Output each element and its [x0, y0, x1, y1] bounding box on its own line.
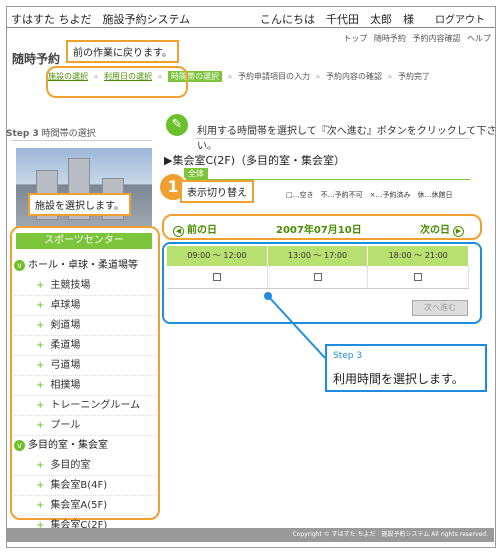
step-label: Step 3	[6, 129, 39, 139]
callout-step3: Step 3 利用時間を選択します。	[325, 344, 487, 392]
callout-step3-text: 利用時間を選択します。	[333, 372, 464, 386]
copyright-text: Copyright © すはすた ちよだ 施設予約システム All rights…	[292, 531, 488, 538]
top-bar: すはすた ちよだ 施設予約システム こんにちは 千代田 太郎 様 ログアウト	[7, 7, 495, 28]
next-day-link[interactable]: 次の日 ▶	[420, 221, 467, 237]
system-title: すはすた ちよだ 施設予約システム	[11, 13, 191, 26]
toplink-reserve[interactable]: 随時予約	[374, 34, 406, 43]
callout-back: 前の作業に戻ります。	[66, 40, 179, 63]
breadcrumb-highlight	[46, 66, 188, 98]
sidebar-item[interactable]: + 弓道場	[14, 356, 156, 376]
step-heading: Step 3 時間帯の選択	[6, 126, 96, 139]
plus-icon: +	[36, 360, 45, 371]
divider	[196, 138, 470, 139]
plus-icon: +	[36, 500, 45, 511]
step-title: 時間帯の選択	[41, 129, 96, 139]
chevron-down-icon: v	[14, 439, 25, 451]
sidebar-item[interactable]: + 柔道場	[14, 336, 156, 356]
plus-icon: +	[36, 400, 45, 411]
divider	[12, 140, 152, 141]
page-section-title: 随時予約	[12, 52, 61, 66]
availability-legend: □…空き 不…予約不可 ×…予約済み 休…休館日	[286, 191, 453, 199]
sidebar-item[interactable]: + 相撲場	[14, 376, 156, 396]
callout-toggle-display: 表示切り替え	[180, 180, 254, 203]
arrow-left-icon: ◀	[173, 226, 184, 237]
plus-icon: +	[36, 300, 45, 311]
tab-all[interactable]: 全体	[184, 168, 208, 179]
breadcrumb-separator: »	[387, 72, 393, 81]
facility-photo	[16, 148, 152, 228]
instruction-text: 利用する時間帯を選択して『次へ進む』ボタンをクリックして下さい。	[197, 126, 497, 152]
sidebar-item[interactable]: + トレーニングルーム	[14, 396, 156, 416]
sidebar-item[interactable]: + 剣道場	[14, 316, 156, 336]
sidebar: v ホール・卓球・柔道場等 + 主競技場 + 卓球場 + 剣道場 + 柔道場 + 弓道場 +…	[14, 256, 156, 536]
sidebar-item[interactable]: + 主競技場	[14, 276, 156, 296]
plus-icon: +	[36, 280, 45, 291]
current-date: 2007年07月10日	[276, 225, 362, 236]
sidebar-category-rooms[interactable]: v 多目的室・集会室	[14, 436, 156, 456]
chevron-down-icon: v	[14, 259, 25, 271]
prev-day-link[interactable]: ◀ 前の日	[170, 221, 217, 237]
callout-step3-label: Step 3	[333, 351, 363, 361]
plus-icon: +	[36, 380, 45, 391]
breadcrumb-separator: »	[315, 72, 321, 81]
top-links: トップ 随時予約 予約内容確認 ヘルプ	[339, 33, 491, 44]
footer: Copyright © すはすた ちよだ 施設予約システム All rights…	[6, 528, 494, 542]
toplink-confirm[interactable]: 予約内容確認	[412, 34, 460, 43]
breadcrumb-step-confirm: 予約内容の確認	[326, 72, 382, 81]
plus-icon: +	[36, 420, 45, 431]
plus-icon: +	[36, 320, 45, 331]
sidebar-item[interactable]: + プール	[14, 416, 156, 436]
sidebar-item[interactable]: + 多目的室	[14, 456, 156, 476]
sidebar-item[interactable]: + 集会室A(5F)	[14, 496, 156, 516]
toplink-help[interactable]: ヘルプ	[467, 34, 491, 43]
time-slot-highlight	[162, 242, 482, 324]
sidebar-category-hall[interactable]: v ホール・卓球・柔道場等	[14, 256, 156, 276]
room-title: ▶集会室C(2F)（多目的室・集会室）	[164, 154, 346, 167]
plus-icon: +	[36, 480, 45, 491]
arrow-right-icon: ▶	[453, 226, 464, 237]
breadcrumb-step-complete: 予約完了	[398, 72, 430, 81]
logout-link[interactable]: ログアウト	[435, 11, 485, 26]
callout-select-facility: 施設を選択します。	[28, 193, 131, 216]
sidebar-item[interactable]: + 集会室B(4F)	[14, 476, 156, 496]
sports-center-button[interactable]: スポーツセンター	[16, 233, 152, 249]
toplink-top[interactable]: トップ	[343, 34, 367, 43]
plus-icon: +	[36, 340, 45, 351]
user-greeting: こんにちは 千代田 太郎 様	[260, 13, 414, 26]
plus-icon: +	[36, 460, 45, 471]
breadcrumb-separator: »	[227, 72, 233, 81]
breadcrumb-step-input: 予約申請項目の入力	[238, 72, 310, 81]
pencil-icon: ✎	[166, 114, 188, 136]
sidebar-item[interactable]: + 卓球場	[14, 296, 156, 316]
